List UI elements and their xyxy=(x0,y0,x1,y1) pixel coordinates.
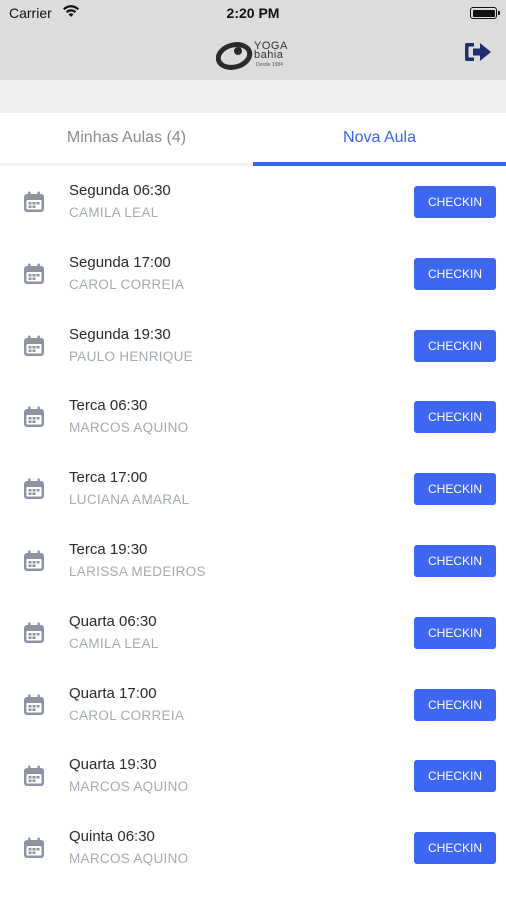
class-row: Terca 19:30 LARISSA MEDEIROS CHECKIN xyxy=(0,525,506,597)
calendar-icon xyxy=(24,694,44,715)
class-title: Quarta 17:00 xyxy=(69,684,157,702)
tab-minhas-aulas[interactable]: Minhas Aulas (4) xyxy=(0,113,253,166)
logo-tagline: Desde 1984 xyxy=(256,62,283,68)
teacher-name: MARCOS AQUINO xyxy=(69,779,189,795)
checkin-button[interactable]: CHECKIN xyxy=(414,616,496,649)
teacher-name: PAULO HENRIQUE xyxy=(69,348,193,364)
teacher-name: CAMILA LEAL xyxy=(69,635,159,651)
calendar-icon xyxy=(24,765,44,787)
teacher-name: MARCOS AQUINO xyxy=(69,420,189,436)
checkin-button[interactable]: CHECKIN xyxy=(414,329,496,362)
logo-word: YOGA bahia xyxy=(254,40,288,61)
calendar-icon xyxy=(24,335,44,356)
class-list: Segunda 06:30 CAMILA LEAL CHECKIN Segund… xyxy=(0,166,506,884)
teacher-name: LARISSA MEDEIROS xyxy=(69,563,206,579)
checkin-button[interactable]: CHECKIN xyxy=(414,257,496,290)
checkin-button[interactable]: CHECKIN xyxy=(414,688,496,721)
checkin-button[interactable]: CHECKIN xyxy=(414,760,496,793)
class-row: Quinta 06:30 MARCOS AQUINO CHECKIN xyxy=(0,812,506,884)
calendar-icon xyxy=(24,837,44,859)
class-title: Terca 06:30 xyxy=(69,397,148,415)
class-title: Segunda 06:30 xyxy=(69,182,171,199)
battery-icon xyxy=(470,7,500,19)
calendar-icon xyxy=(24,478,44,500)
status-bar: Carrier 2:20 PM xyxy=(0,0,506,26)
class-row: Terca 17:00 LUCIANA AMARAL CHECKIN xyxy=(0,453,506,525)
class-title: Quinta 06:30 xyxy=(69,828,155,846)
checkin-button[interactable]: CHECKIN xyxy=(414,832,496,865)
class-title: Quarta 06:30 xyxy=(69,612,157,630)
header-spacer xyxy=(0,80,506,113)
checkin-button[interactable]: CHECKIN xyxy=(414,401,496,434)
teacher-name: CAMILA LEAL xyxy=(69,205,159,220)
class-title: Terca 17:00 xyxy=(69,469,148,487)
calendar-icon xyxy=(24,263,44,284)
teacher-name: MARCOS AQUINO xyxy=(69,851,189,867)
class-row: Quarta 19:30 MARCOS AQUINO CHECKIN xyxy=(0,740,506,812)
checkin-button[interactable]: CHECKIN xyxy=(414,473,496,506)
calendar-icon xyxy=(24,622,44,643)
logo-mark-icon xyxy=(215,42,253,70)
tab-bar: Minhas Aulas (4) Nova Aula xyxy=(0,113,506,166)
logout-icon[interactable] xyxy=(464,40,492,64)
calendar-icon xyxy=(24,550,44,571)
teacher-name: CAROL CORREIA xyxy=(69,276,185,292)
tab-nova-aula[interactable]: Nova Aula xyxy=(253,113,506,166)
class-title: Terca 19:30 xyxy=(69,540,148,558)
class-row: Terca 06:30 MARCOS AQUINO CHECKIN xyxy=(0,381,506,453)
teacher-name: CAROL CORREIA xyxy=(69,707,185,723)
class-title: Segunda 17:00 xyxy=(69,253,171,271)
clock: 2:20 PM xyxy=(226,5,280,21)
class-title: Segunda 19:30 xyxy=(69,325,171,343)
checkin-button[interactable]: CHECKIN xyxy=(414,186,496,218)
app-logo: YOGA bahia Desde 1984 xyxy=(215,40,296,72)
class-row: Quarta 06:30 CAMILA LEAL CHECKIN xyxy=(0,597,506,669)
nav-bar: YOGA bahia Desde 1984 xyxy=(0,26,506,80)
class-row: Segunda 17:00 CAROL CORREIA CHECKIN xyxy=(0,238,506,310)
class-row: Segunda 06:30 CAMILA LEAL CHECKIN xyxy=(0,166,506,238)
class-row: Segunda 19:30 PAULO HENRIQUE CHECKIN xyxy=(0,310,506,382)
class-title: Quarta 19:30 xyxy=(69,756,157,774)
calendar-icon xyxy=(24,406,44,428)
teacher-name: LUCIANA AMARAL xyxy=(69,492,190,508)
calendar-icon xyxy=(24,191,44,212)
checkin-button[interactable]: CHECKIN xyxy=(414,544,496,577)
class-row: Quarta 17:00 CAROL CORREIA CHECKIN xyxy=(0,669,506,741)
